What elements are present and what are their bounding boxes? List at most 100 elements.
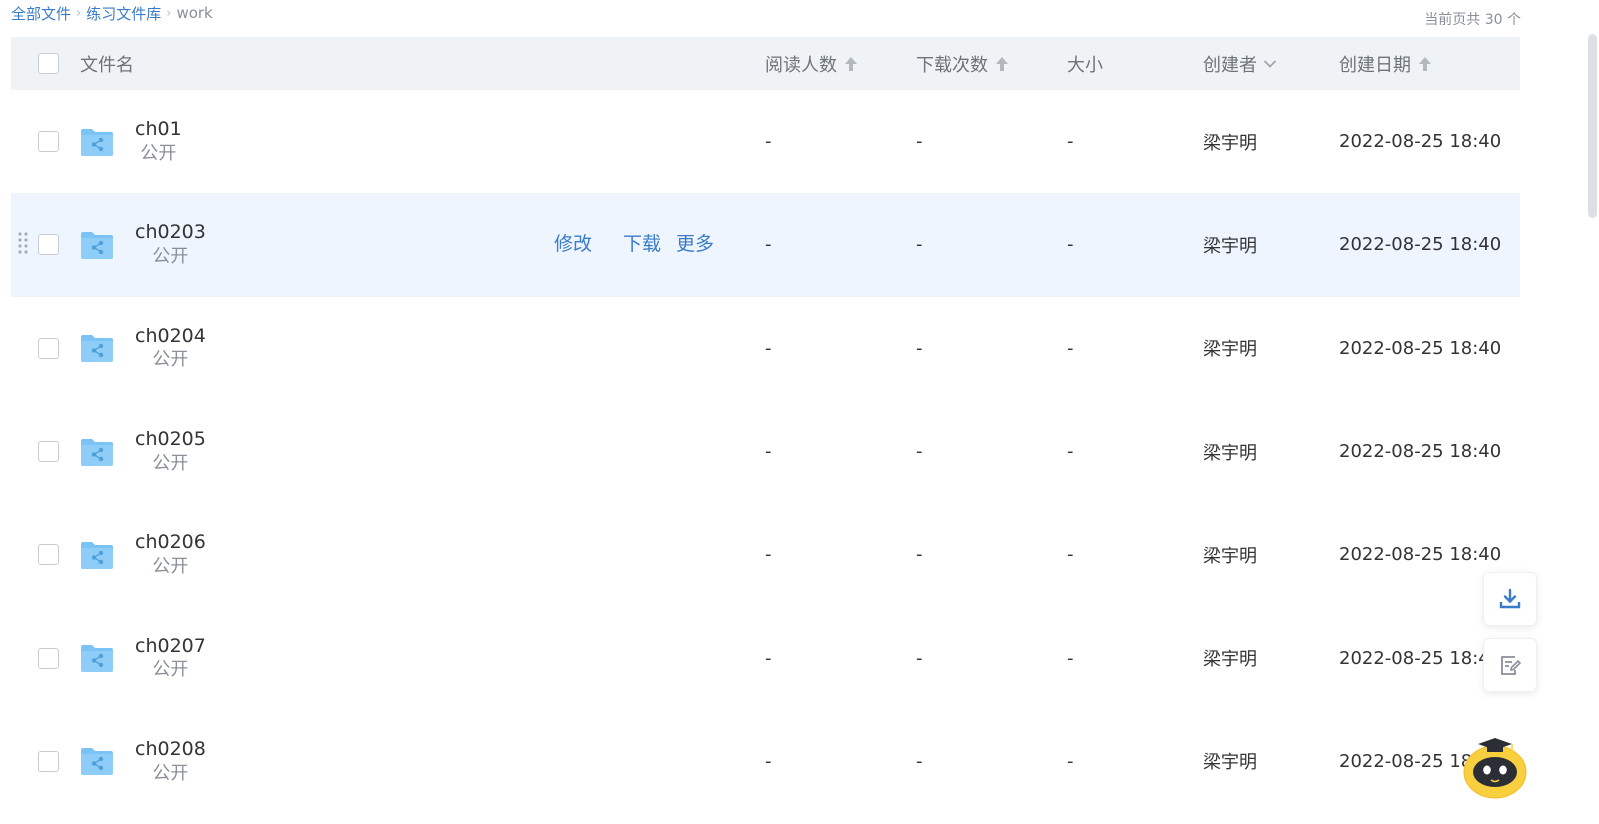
creator-value: 梁宇明 (1203, 339, 1257, 361)
chevron-down-icon (1263, 59, 1277, 68)
row-checkbox[interactable] (38, 544, 59, 566)
table-row[interactable]: ch01 公开 - - - 梁宇明 2022-08-25 18:40 (11, 90, 1520, 193)
shared-folder-icon (81, 541, 113, 569)
table-row[interactable]: ch0207 公开 - - - 梁宇明 2022-08-25 18:40 (11, 606, 1520, 709)
file-name[interactable]: ch0208 (135, 737, 206, 762)
size-value: - (1067, 337, 1074, 359)
column-creator: 创建者 (1203, 54, 1257, 76)
table-row[interactable]: ch0204 公开 - - - 梁宇明 2022-08-25 18:40 (11, 297, 1520, 400)
page-item-count: 当前页共 30 个 (1424, 12, 1521, 28)
sort-up-icon (845, 56, 857, 71)
shared-folder-icon (81, 748, 113, 776)
visibility-label: 公开 (140, 142, 177, 164)
breadcrumb-all-files[interactable]: 全部文件 (11, 3, 71, 24)
note-icon (1501, 656, 1522, 675)
sort-up-icon (1419, 56, 1431, 71)
readers-value: - (765, 337, 772, 359)
filter-creator[interactable]: 创建者 (1203, 37, 1277, 90)
breadcrumb-separator: › (166, 5, 172, 21)
creator-value: 梁宇明 (1203, 235, 1257, 257)
creator-value: 梁宇明 (1203, 545, 1257, 567)
drag-handle-icon[interactable] (18, 231, 28, 257)
row-checkbox[interactable] (38, 441, 59, 463)
file-name[interactable]: ch01 (135, 117, 182, 142)
row-checkbox[interactable] (38, 234, 59, 256)
row-edit-button[interactable]: 修改 (554, 229, 592, 256)
downloads-value: - (916, 750, 923, 772)
file-table: 文件名 阅读人数 下载次数 大小 创建者 创建日期 ch01 公开 - - - … (11, 37, 1520, 813)
table-row[interactable]: ch0203 公开 - - - 梁宇明 2022-08-25 18:40 修改 下… (11, 193, 1520, 297)
sort-downloads[interactable]: 下载次数 (916, 37, 1009, 90)
assistant-mascot-icon[interactable] (1460, 732, 1530, 802)
readers-value: - (765, 234, 772, 256)
row-download-button[interactable]: 下载 (623, 229, 661, 256)
column-filename: 文件名 (80, 54, 134, 76)
readers-value: - (765, 544, 772, 566)
breadcrumb-current: work (176, 4, 213, 22)
date-value: 2022-08-25 18:40 (1339, 337, 1502, 359)
table-row[interactable]: ch0205 公开 - - - 梁宇明 2022-08-25 18:40 (11, 400, 1520, 503)
sort-readers[interactable]: 阅读人数 (765, 37, 858, 90)
date-value: 2022-08-25 18:40 (1339, 441, 1502, 463)
downloads-value: - (916, 337, 923, 359)
breadcrumb-practice-library[interactable]: 练习文件库 (86, 3, 161, 24)
download-float-button[interactable] (1483, 572, 1537, 626)
visibility-label: 公开 (152, 556, 189, 578)
date-value: 2022-08-25 18:40 (1339, 544, 1502, 566)
row-checkbox[interactable] (38, 337, 59, 359)
sort-up-icon (996, 56, 1008, 71)
size-value: - (1067, 544, 1074, 566)
readers-value: - (765, 647, 772, 669)
row-checkbox[interactable] (38, 750, 59, 772)
shared-folder-icon (81, 645, 113, 673)
size-value: - (1067, 131, 1074, 153)
visibility-label: 公开 (152, 349, 189, 371)
file-name[interactable]: ch0205 (135, 427, 206, 452)
date-value: 2022-08-25 18:40 (1339, 234, 1502, 256)
shared-folder-icon (81, 438, 113, 466)
shared-folder-icon (81, 128, 113, 156)
table-body: ch01 公开 - - - 梁宇明 2022-08-25 18:40 ch020… (11, 90, 1520, 813)
table-row[interactable]: ch0208 公开 - - - 梁宇明 2022-08-25 18:40 (11, 710, 1520, 813)
file-name[interactable]: ch0207 (135, 634, 206, 659)
creator-value: 梁宇明 (1203, 649, 1257, 671)
row-more-button[interactable]: 更多 (676, 229, 714, 256)
table-row[interactable]: ch0206 公开 - - - 梁宇明 2022-08-25 18:40 (11, 503, 1520, 606)
size-value: - (1067, 441, 1074, 463)
column-date: 创建日期 (1339, 54, 1411, 76)
file-name[interactable]: ch0203 (135, 220, 206, 245)
downloads-value: - (916, 441, 923, 463)
downloads-value: - (916, 647, 923, 669)
breadcrumb: 全部文件 › 练习文件库 › work (11, 3, 213, 23)
readers-value: - (765, 750, 772, 772)
vertical-scrollbar[interactable] (1582, 0, 1599, 824)
scrollbar-thumb[interactable] (1588, 34, 1597, 218)
shared-folder-icon (81, 335, 113, 363)
date-value: 2022-08-25 18:40 (1339, 131, 1502, 153)
readers-value: - (765, 441, 772, 463)
visibility-label: 公开 (152, 246, 189, 268)
size-value: - (1067, 750, 1074, 772)
size-value: - (1067, 234, 1074, 256)
downloads-value: - (916, 544, 923, 566)
shared-folder-icon (81, 231, 113, 259)
file-name[interactable]: ch0204 (135, 324, 206, 349)
size-value: - (1067, 647, 1074, 669)
readers-value: - (765, 131, 772, 153)
row-checkbox[interactable] (38, 131, 59, 153)
visibility-label: 公开 (152, 452, 189, 474)
column-size: 大小 (1067, 54, 1103, 76)
sort-date[interactable]: 创建日期 (1339, 37, 1432, 90)
creator-value: 梁宇明 (1203, 132, 1257, 154)
note-float-button[interactable] (1483, 638, 1537, 692)
downloads-value: - (916, 234, 923, 256)
downloads-value: - (916, 131, 923, 153)
file-name[interactable]: ch0206 (135, 530, 206, 555)
select-all-checkbox[interactable] (38, 53, 59, 74)
row-checkbox[interactable] (38, 647, 59, 669)
visibility-label: 公开 (152, 762, 189, 784)
breadcrumb-separator: › (76, 5, 82, 21)
column-downloads: 下载次数 (916, 54, 988, 76)
creator-value: 梁宇明 (1203, 442, 1257, 464)
column-readers: 阅读人数 (765, 54, 837, 76)
